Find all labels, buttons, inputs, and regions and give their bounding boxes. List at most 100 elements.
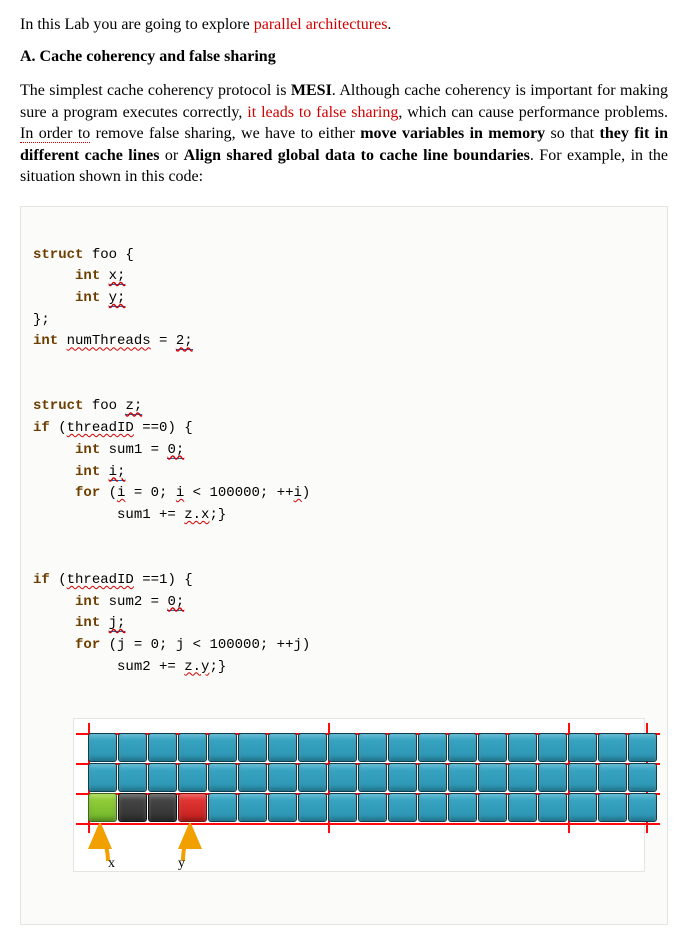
c-l10b: = 0;	[125, 485, 175, 501]
c-l12a: (	[50, 572, 67, 588]
intro-suffix: .	[387, 16, 391, 33]
c-l13a: sum2 =	[100, 594, 167, 610]
lit-0b: 0;	[167, 594, 184, 611]
c-l11b: ;}	[209, 507, 226, 523]
c-l16a: sum2 +=	[117, 659, 184, 675]
lit-0: 0;	[167, 442, 184, 459]
c-l12b: ==1) {	[134, 572, 193, 588]
cache-cell	[268, 793, 297, 822]
cache-cell	[88, 733, 117, 762]
cache-cell	[388, 763, 417, 792]
cache-cell	[358, 763, 387, 792]
id-x: x;	[109, 268, 126, 285]
cache-cell	[508, 793, 537, 822]
c-l07a: (	[50, 420, 67, 436]
cache-cell	[88, 763, 117, 792]
cache-cell	[388, 733, 417, 762]
kw-if: if	[33, 420, 50, 436]
id-numThreads: numThreads	[67, 333, 151, 349]
p-dotted1: In order to	[20, 125, 90, 143]
kw-for: for	[75, 485, 100, 501]
cache-cell	[418, 733, 447, 762]
cache-cell	[568, 763, 597, 792]
cache-cell	[598, 763, 627, 792]
c-l15a: (j = 0; j < 100000; ++j)	[100, 637, 310, 653]
cache-cell	[568, 733, 597, 762]
p-t1: The simplest cache coherency protocol is	[20, 82, 291, 99]
c-l11a: sum1 +=	[117, 507, 184, 523]
p-red1: it leads to false sharing	[247, 104, 398, 121]
cache-cell	[118, 763, 147, 792]
cache-cell	[388, 793, 417, 822]
p-t6: or	[159, 147, 183, 164]
cache-cell	[118, 733, 147, 762]
lit-2: 2;	[176, 333, 193, 350]
main-paragraph: The simplest cache coherency protocol is…	[20, 80, 668, 188]
cache-cell	[418, 763, 447, 792]
cache-cell	[478, 793, 507, 822]
p-t3: , which can cause performance problems.	[398, 104, 668, 121]
cache-cell	[508, 733, 537, 762]
cache-cell	[238, 793, 267, 822]
cache-cell	[238, 733, 267, 762]
intro-prefix: In this Lab you are going to explore	[20, 16, 254, 33]
c-l10d: )	[302, 485, 310, 501]
cache-cell	[268, 763, 297, 792]
c-l10c: < 100000; ++	[184, 485, 293, 501]
id-i: i;	[109, 464, 126, 481]
arrow-svg	[88, 823, 288, 863]
c-l07b: ==0) {	[134, 420, 193, 436]
cache-cell	[118, 793, 147, 822]
cache-cell	[148, 733, 177, 762]
p-bold2: move variables in memory	[360, 125, 545, 142]
id-threadID2: threadID	[67, 572, 134, 588]
cache-cell	[358, 793, 387, 822]
id-zx: z.x	[184, 507, 209, 523]
c-l05a: =	[151, 333, 176, 349]
p-t5: so that	[545, 125, 599, 142]
label-x: x	[108, 853, 115, 875]
cache-cell	[88, 793, 117, 822]
cache-cell	[178, 733, 207, 762]
cache-cell	[448, 733, 477, 762]
p-bold1: MESI	[291, 82, 332, 99]
cache-cell	[178, 793, 207, 822]
kw-int: int	[75, 594, 100, 610]
intro-line: In this Lab you are going to explore par…	[20, 16, 668, 34]
cache-row-2	[88, 763, 658, 793]
cache-cell	[208, 763, 237, 792]
cache-grid	[88, 733, 648, 823]
cache-cell	[448, 793, 477, 822]
id-zy: z.y	[184, 659, 209, 675]
cache-cell	[208, 733, 237, 762]
cache-cell	[148, 763, 177, 792]
cache-cell	[508, 763, 537, 792]
kw-if: if	[33, 572, 50, 588]
arrow-labels: x y	[88, 823, 630, 871]
kw-int: int	[75, 464, 100, 480]
intro-highlight: parallel architectures	[254, 16, 388, 33]
kw-for: for	[75, 637, 100, 653]
cache-cell	[448, 763, 477, 792]
cache-cell	[298, 793, 327, 822]
label-y: y	[178, 853, 185, 875]
kw-struct: struct	[33, 247, 83, 263]
cache-cell	[538, 763, 567, 792]
kw-int: int	[75, 442, 100, 458]
kw-struct: struct	[33, 398, 83, 414]
id-threadID: threadID	[67, 420, 134, 436]
id-y: y;	[109, 290, 126, 307]
section-title: A. Cache coherency and false sharing	[20, 48, 668, 66]
cache-cell	[478, 763, 507, 792]
kw-int: int	[33, 333, 58, 349]
cache-cell	[328, 793, 357, 822]
kw-int: int	[75, 290, 100, 306]
c-l08a: sum1 =	[100, 442, 167, 458]
cache-cell	[538, 793, 567, 822]
cache-cell	[298, 763, 327, 792]
p-t4: remove false sharing, we have to either	[90, 125, 360, 142]
id-i3: i	[294, 485, 302, 501]
c-l10a: (	[100, 485, 117, 501]
p-bold4: Align shared global data to cache line b…	[184, 147, 530, 164]
cache-cell	[598, 793, 627, 822]
